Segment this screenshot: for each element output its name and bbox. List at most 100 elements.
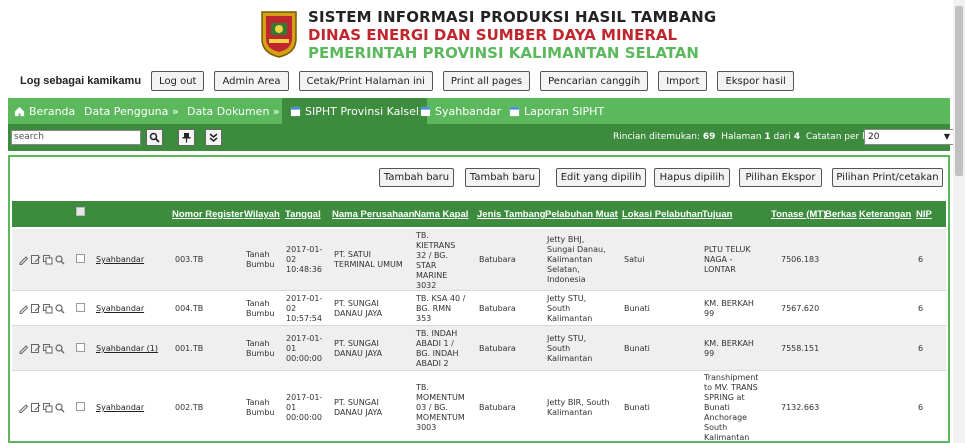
- export-results-button[interactable]: Ekspor hasil: [717, 71, 794, 91]
- copy-icon[interactable]: [42, 402, 53, 413]
- current-page: 1: [764, 132, 771, 142]
- nav-item-siph-kalsel[interactable]: SIPHT Provinsi Kalsel: [282, 98, 427, 124]
- view-icon[interactable]: [54, 343, 65, 354]
- cell-kapal: TB. INDAH ABADI 1 /BG. INDAH ABADI 2: [416, 329, 459, 368]
- admin-area-button[interactable]: Admin Area: [214, 71, 289, 91]
- print-all-button[interactable]: Print all pages: [442, 71, 531, 91]
- col-keterangan[interactable]: Keterangan: [859, 209, 911, 220]
- edit-icon[interactable]: [30, 254, 41, 265]
- col-nama-kapal[interactable]: Nama Kapal: [414, 209, 468, 220]
- edit-selected-button[interactable]: Edit yang dipilih: [556, 168, 646, 187]
- nav-label: Beranda: [29, 104, 76, 118]
- pencil-icon[interactable]: [18, 343, 29, 354]
- row-link-syahbandar[interactable]: Syahbandar: [96, 304, 144, 314]
- col-nip[interactable]: NIP: [916, 209, 932, 220]
- view-icon[interactable]: [54, 402, 65, 413]
- cell-perusahaan: PT. SUNGAI DANAU JAYA: [334, 299, 383, 318]
- pencil-icon[interactable]: [18, 254, 29, 265]
- cell-tanggal: 2017-01- 01 00:00:00: [286, 393, 323, 422]
- cell-lokasi: Satui: [624, 255, 645, 264]
- row-link-syahbandar[interactable]: Syahbandar: [96, 403, 144, 413]
- cell-nip: 6: [918, 304, 924, 313]
- total-pages: 4: [793, 132, 801, 142]
- cell-pelabuhan: Jetty BIR, South Kalimantan: [547, 398, 610, 417]
- edit-icon[interactable]: [30, 402, 41, 413]
- cell-jenis: Batubara: [479, 344, 516, 353]
- nav-item-syahbandar[interactable]: Syahbandar: [420, 98, 501, 124]
- col-berkas[interactable]: Berkas: [825, 209, 857, 220]
- nav-item-laporan-siph[interactable]: Laporan SIPHT: [509, 98, 604, 124]
- edit-icon[interactable]: [30, 343, 41, 354]
- row-checkbox[interactable]: [76, 254, 85, 263]
- cell-lokasi: Bunati: [624, 344, 650, 353]
- main-nav: Beranda Data Pengguna » Data Dokumen » S…: [8, 98, 950, 124]
- cell-tonase: 7567.620: [781, 304, 820, 313]
- edit-icon[interactable]: [30, 303, 41, 314]
- search-button[interactable]: [146, 129, 163, 146]
- col-tonase[interactable]: Tonase (MT): [771, 209, 826, 220]
- cell-wilayah: Tanah Bumbu: [246, 398, 275, 417]
- toggle-filter-button[interactable]: [205, 129, 222, 146]
- export-options-button[interactable]: Pilihan Ekspor: [739, 168, 822, 187]
- search-input[interactable]: search: [11, 130, 141, 145]
- table-row: Syahbandar 002.TB Tanah Bumbu 2017-01- 01 00:0…: [12, 371, 946, 443]
- nav-item-data-pengguna[interactable]: Data Pengguna »: [84, 98, 179, 124]
- col-wilayah[interactable]: Wilayah: [244, 209, 280, 220]
- col-pelabuhan-muat[interactable]: Pelabuhan Muat: [545, 209, 618, 220]
- col-lokasi-pelabuhan[interactable]: Lokasi Pelabuhan: [622, 209, 703, 220]
- row-checkbox[interactable]: [76, 303, 85, 312]
- search-icon: [149, 132, 160, 143]
- records-per-page-select[interactable]: 20 ▼: [864, 129, 954, 145]
- print-options-button[interactable]: Pilihan Print/cetakan: [832, 168, 943, 187]
- pencil-icon[interactable]: [18, 402, 29, 413]
- row-checkbox[interactable]: [76, 343, 85, 352]
- copy-icon[interactable]: [42, 254, 53, 265]
- add-new-button[interactable]: Tambah baru: [379, 168, 454, 187]
- pin-button[interactable]: [178, 129, 195, 146]
- row-link-syahbandar[interactable]: Syahbandar (1): [96, 344, 158, 354]
- cell-nip: 6: [918, 344, 924, 353]
- pencil-icon[interactable]: [18, 303, 29, 314]
- nav-item-beranda[interactable]: Beranda: [14, 98, 75, 124]
- import-button[interactable]: Import: [658, 71, 708, 91]
- col-nama-perusahaan[interactable]: Nama Perusahaan: [332, 209, 414, 220]
- advanced-search-button[interactable]: Pencarian canggih: [540, 71, 649, 91]
- cell-kapal: TB. KSA 40 /BG. RMN 353: [416, 294, 466, 323]
- cell-tujuan: KM. BERKAH 99: [704, 339, 754, 358]
- page-scrollbar[interactable]: [953, 0, 965, 443]
- nav-label: SIPHT Provinsi Kalsel: [305, 104, 419, 118]
- add-new-button-2[interactable]: Tambah baru: [465, 168, 540, 187]
- row-checkbox[interactable]: [76, 402, 85, 411]
- nav-label: Laporan SIPHT: [524, 104, 605, 118]
- select-all-checkbox[interactable]: [76, 207, 85, 216]
- results-info: Rincian ditemukan: 69 Halaman 1 dari 4 C…: [613, 132, 902, 142]
- delete-selected-button[interactable]: Hapus dipilih: [654, 168, 730, 187]
- copy-icon[interactable]: [42, 303, 53, 314]
- page-header: SISTEM INFORMASI PRODUKSI HASIL TAMBANG …: [0, 0, 950, 70]
- pin-icon: [182, 133, 191, 143]
- cell-lokasi: Bunati: [624, 403, 650, 412]
- records-panel: Tambah baru Tambah baru Edit yang dipili…: [8, 155, 950, 443]
- copy-icon[interactable]: [42, 343, 53, 354]
- login-status: Log sebagai kamikamu: [20, 75, 142, 87]
- col-tanggal[interactable]: Tanggal: [285, 209, 321, 220]
- row-link-syahbandar[interactable]: Syahbandar: [96, 255, 144, 265]
- logout-button[interactable]: Log out: [151, 71, 205, 91]
- site-subtitle-agency: DINAS ENERGI DAN SUMBER DAYA MINERAL: [308, 26, 678, 44]
- cell-register: 003.TB: [175, 255, 204, 264]
- nav-item-data-dokumen[interactable]: Data Dokumen »: [187, 98, 280, 124]
- cell-pelabuhan: Jetty BHJ, Sungai Danau, Kalimantan Selatan…: [547, 235, 606, 284]
- col-jenis-tambang[interactable]: Jenis Tambang: [477, 209, 545, 220]
- site-title: SISTEM INFORMASI PRODUKSI HASIL TAMBANG: [308, 8, 717, 26]
- print-page-button[interactable]: Cetak/Print Halaman ini: [298, 71, 433, 91]
- scrollbar-thumb[interactable]: [955, 6, 963, 176]
- cell-kapal: TB. MOMENTUM 03 / BG. MOMENTUM 3003: [416, 383, 465, 432]
- home-icon: [14, 106, 25, 116]
- col-nomor-register[interactable]: Nomor Register: [172, 209, 243, 220]
- record-actions: Tambah baru Tambah baru Edit yang dipili…: [10, 157, 948, 197]
- col-tujuan[interactable]: Tujuan: [702, 209, 732, 220]
- cell-tujuan: PLTU TELUK NAGA - LONTAR: [704, 245, 751, 274]
- view-icon[interactable]: [54, 303, 65, 314]
- view-icon[interactable]: [54, 254, 65, 265]
- row-actions: [18, 254, 65, 265]
